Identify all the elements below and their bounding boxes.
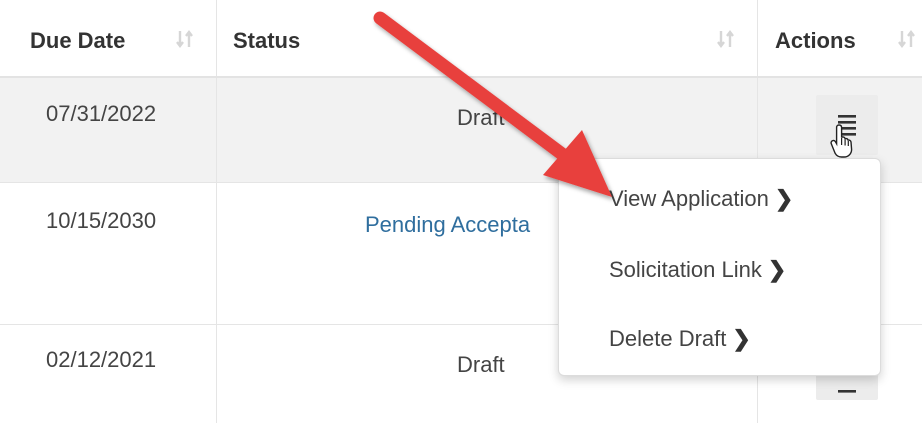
actions-dropdown-menu: View Application ❯ Solicitation Link ❯ Del… [558, 158, 881, 376]
status-text: Draft [457, 352, 505, 377]
menu-item-solicitation-link[interactable]: Solicitation Link ❯ [609, 257, 786, 283]
menu-item-label: Solicitation Link [609, 257, 762, 282]
due-date-cell: 07/31/2022 [12, 78, 217, 182]
table-header: Due Date Status Actions [0, 0, 922, 78]
menu-item-view-application[interactable]: View Application ❯ [609, 186, 793, 212]
chevron-right-icon: ❯ [774, 186, 794, 211]
hand-cursor-icon [830, 124, 853, 158]
sort-icon[interactable] [715, 28, 737, 50]
header-actions[interactable]: Actions [758, 0, 922, 76]
chevron-right-icon: ❯ [732, 326, 751, 351]
menu-item-label: View Application [609, 186, 769, 211]
header-due-date[interactable]: Due Date [12, 0, 217, 76]
due-date-text: 02/12/2021 [46, 347, 157, 372]
menu-item-label: Delete Draft [609, 326, 727, 351]
sort-icon[interactable] [174, 28, 196, 50]
status-link[interactable]: Pending Accepta [365, 212, 530, 238]
due-date-cell: 10/15/2030 [12, 183, 217, 324]
header-actions-label: Actions [775, 28, 856, 53]
chevron-right-icon: ❯ [767, 257, 787, 282]
status-text: Draft [457, 105, 505, 130]
menu-item-delete-draft[interactable]: Delete Draft ❯ [609, 326, 751, 352]
header-due-date-label: Due Date [30, 28, 126, 53]
header-status[interactable]: Status [217, 0, 758, 76]
due-date-cell: 02/12/2021 [12, 325, 217, 423]
header-status-label: Status [233, 28, 301, 53]
sort-icon[interactable] [896, 28, 918, 50]
due-date-text: 07/31/2022 [46, 101, 157, 126]
due-date-text: 10/15/2030 [46, 208, 157, 233]
